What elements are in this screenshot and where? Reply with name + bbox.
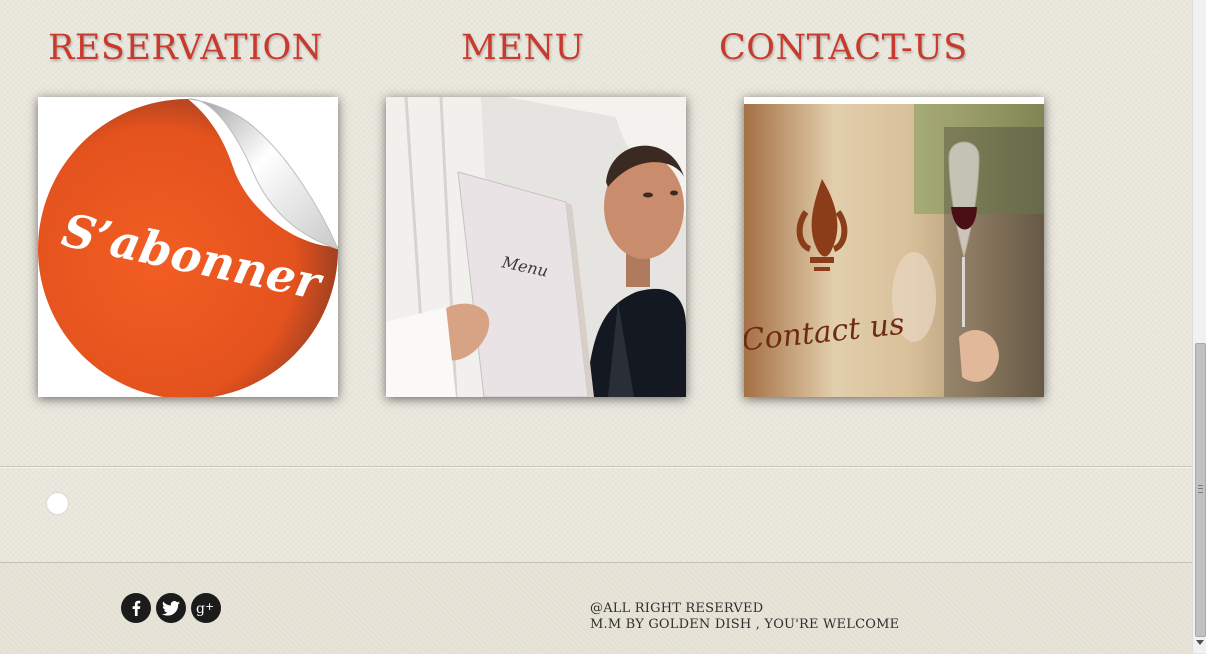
- vertical-scrollbar[interactable]: [1192, 0, 1206, 653]
- scrollbar-grip-icon: [1198, 485, 1203, 493]
- slider-dot[interactable]: [47, 493, 68, 514]
- footer-text: @ALL RIGHT RESERVED M.M BY GOLDEN DISH ,…: [590, 601, 899, 633]
- sticker-illustration: S’abonner: [38, 98, 338, 397]
- svg-text:+: +: [205, 600, 214, 613]
- copyright-line: @ALL RIGHT RESERVED: [590, 601, 764, 616]
- credit-line: M.M BY GOLDEN DISH , YOU'RE WELCOME: [590, 617, 900, 632]
- section-divider: [0, 466, 1192, 468]
- scroll-down-icon[interactable]: [1196, 640, 1204, 645]
- page: RESERVATION MENU CONTACT-US S’abonner Me…: [0, 0, 1192, 654]
- facebook-icon[interactable]: [121, 593, 151, 623]
- svg-text:g: g: [196, 601, 205, 616]
- twitter-icon[interactable]: [156, 593, 186, 623]
- menu-image[interactable]: Menu: [386, 97, 686, 397]
- google-plus-icon[interactable]: g +: [191, 593, 221, 623]
- reservation-heading[interactable]: RESERVATION: [48, 28, 323, 68]
- menu-photo-illustration: Menu: [386, 97, 686, 397]
- menu-heading[interactable]: MENU: [461, 28, 585, 68]
- contact-image[interactable]: Contact us: [744, 97, 1044, 397]
- contact-heading[interactable]: CONTACT-US: [719, 28, 968, 68]
- reservation-image[interactable]: S’abonner: [38, 97, 338, 397]
- scrollbar-thumb[interactable]: [1195, 343, 1206, 637]
- contact-photo-illustration: Contact us: [744, 97, 1044, 397]
